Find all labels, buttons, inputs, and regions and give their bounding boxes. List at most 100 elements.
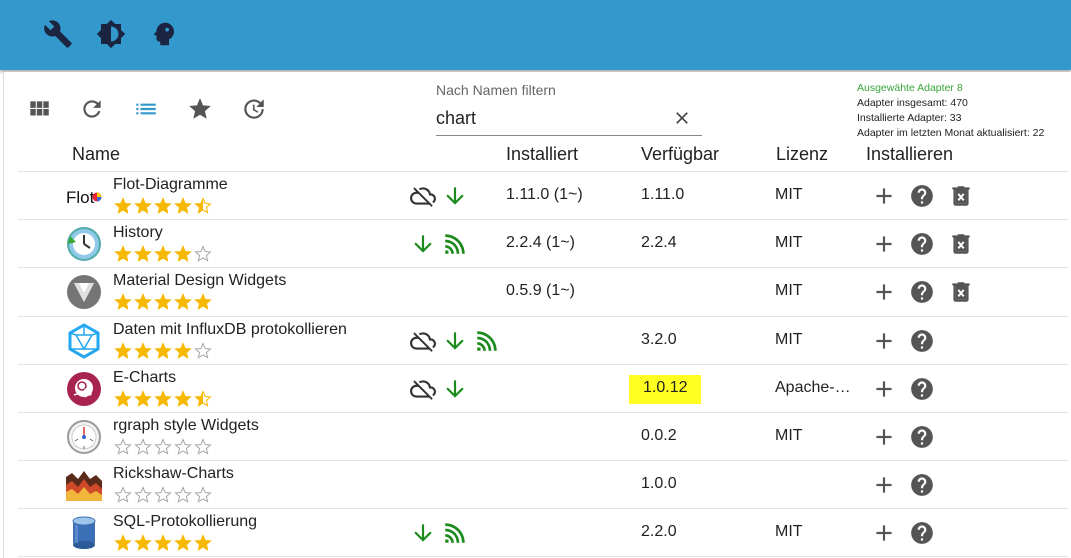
star-full-icon: [174, 389, 192, 410]
clear-filter-icon[interactable]: [672, 108, 692, 128]
refresh-icon[interactable]: [79, 96, 105, 122]
license-value: MIT: [775, 427, 803, 444]
arrow-down-icon: [442, 328, 468, 354]
help-icon[interactable]: [909, 328, 935, 354]
rating-stars: [114, 197, 212, 217]
adapter-name: Material Design Widgets: [113, 272, 287, 290]
star-full-icon: [114, 245, 132, 265]
star-half-icon: [194, 197, 212, 217]
cell-available: 3.2.0: [641, 331, 677, 349]
star-full-icon: [154, 197, 172, 217]
star-icon[interactable]: [187, 96, 213, 122]
arrow-down-icon: [410, 231, 436, 257]
adapter-row: SQL-Protokollierung 2.2.0 MIT: [18, 508, 1068, 556]
star-empty-icon: [194, 438, 212, 458]
star-empty-icon: [134, 486, 152, 506]
signal-icon: [442, 231, 468, 257]
help-icon[interactable]: [909, 279, 935, 305]
adapter-stats: Ausgewähte Adapter 8 Adapter insgesamt: …: [857, 81, 1044, 141]
star-empty-icon: [174, 438, 192, 458]
star-full-icon: [114, 341, 132, 362]
stats-updated: Adapter im letzten Monat aktualisiert: 2…: [857, 127, 1045, 139]
add-icon[interactable]: [871, 520, 897, 546]
adapter-logo: [66, 515, 102, 551]
filter-label: Nach Namen filtern: [436, 82, 556, 98]
cloud-off-icon: [410, 376, 436, 402]
help-icon[interactable]: [909, 376, 935, 402]
signal-icon: [442, 520, 468, 546]
star-full-icon: [154, 534, 172, 554]
adapter-logo: [66, 371, 102, 407]
stats-total: Adapter insgesamt: 470: [857, 97, 968, 109]
license-value: MIT: [775, 282, 803, 300]
delete-icon[interactable]: [948, 183, 974, 209]
adapter-logo: [66, 467, 102, 503]
adapter-row: Rickshaw-Charts 1.0.0: [18, 460, 1068, 508]
wrench-icon[interactable]: [43, 19, 73, 49]
star-full-icon: [114, 197, 132, 217]
star-full-icon: [134, 293, 152, 313]
arrow-down-icon: [410, 520, 436, 546]
stats-selected: Ausgewähte Adapter 8: [857, 82, 963, 94]
filter-input[interactable]: [436, 102, 702, 136]
sql-logo: [72, 516, 96, 550]
star-full-icon: [174, 293, 192, 313]
list-view-icon[interactable]: [133, 96, 159, 122]
cell-available: 2.2.0: [641, 523, 677, 541]
brightness-icon[interactable]: [96, 19, 126, 49]
star-full-icon: [154, 245, 172, 265]
help-icon[interactable]: [909, 424, 935, 450]
star-full-icon: [114, 534, 132, 554]
material-widgets-logo: [67, 275, 101, 310]
star-full-icon: [134, 245, 152, 265]
add-icon[interactable]: [871, 183, 897, 209]
star-full-icon: [154, 389, 172, 410]
available-value: 2.2.0: [641, 523, 677, 541]
delete-icon[interactable]: [948, 279, 974, 305]
help-icon[interactable]: [909, 183, 935, 209]
add-icon[interactable]: [871, 231, 897, 257]
rating-stars: [114, 438, 212, 458]
star-full-icon: [174, 197, 192, 217]
star-full-icon: [174, 245, 192, 265]
rating-stars: [114, 486, 212, 506]
available-value: 1.11.0: [641, 186, 685, 203]
star-empty-icon: [194, 245, 212, 265]
column-header-license: Lizenz: [776, 144, 829, 164]
rating-stars: [114, 389, 212, 410]
cell-license: MIT: [775, 331, 803, 349]
update-history-icon[interactable]: [241, 96, 267, 122]
add-icon[interactable]: [871, 376, 897, 402]
add-icon[interactable]: [871, 424, 897, 450]
help-icon[interactable]: [909, 231, 935, 257]
license-value: MIT: [775, 330, 803, 348]
adapter-logo: [66, 226, 102, 262]
column-header-name: Name: [72, 144, 121, 164]
top-app-bar: [0, 0, 1071, 70]
adapter-name: rgraph style Widgets: [113, 417, 259, 434]
installed-value: 2.2.4 (1~): [506, 234, 575, 252]
license-value: Apache-…: [775, 378, 851, 396]
adapter-logo: [66, 322, 102, 359]
star-empty-icon: [134, 438, 152, 458]
cell-license: Apache-…: [775, 379, 851, 397]
help-icon[interactable]: [909, 520, 935, 546]
expert-head-icon[interactable]: [149, 19, 179, 49]
add-icon[interactable]: [871, 279, 897, 305]
add-icon[interactable]: [871, 328, 897, 354]
adapter-name: Daten mit InfluxDB protokollieren: [113, 320, 347, 338]
cell-installed: 0.5.9 (1~): [506, 282, 575, 300]
cloud-off-icon: [410, 183, 436, 209]
cell-available: 1.11.0: [641, 186, 684, 204]
add-icon[interactable]: [871, 472, 897, 498]
adapter-name: SQL-Protokollierung: [113, 513, 258, 531]
delete-icon[interactable]: [948, 231, 974, 257]
adapter-row: rgraph style Widgets 0.0.2 MIT: [18, 412, 1068, 460]
grid-view-icon[interactable]: [26, 96, 52, 122]
star-full-icon: [134, 389, 152, 410]
adapter-name: History: [113, 224, 163, 242]
star-full-icon: [194, 534, 212, 554]
help-icon[interactable]: [909, 472, 935, 498]
svg-text:Flot: Flot: [66, 188, 95, 207]
star-full-icon: [174, 341, 192, 362]
